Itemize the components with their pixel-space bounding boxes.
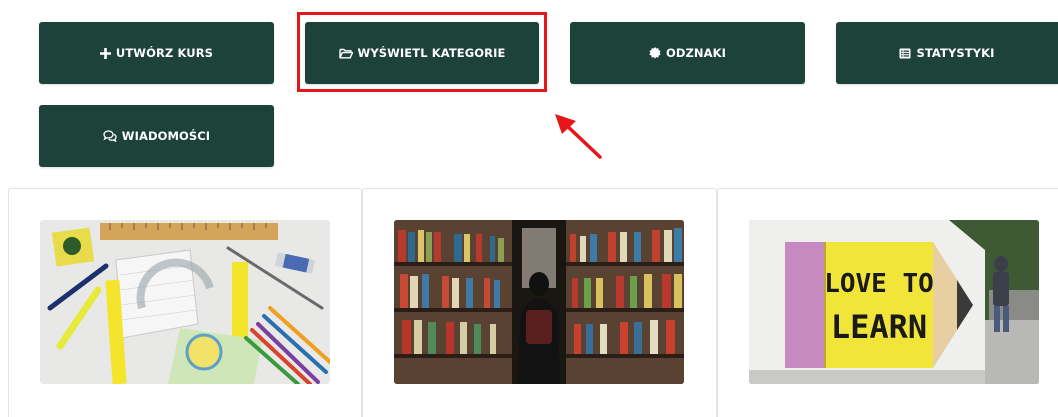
love-to-learn-sign-image: LOVE TO LEARN: [749, 220, 1039, 384]
school-supplies-image: [40, 220, 330, 384]
list-alt-icon: [899, 48, 911, 59]
folder-open-icon: [338, 48, 353, 59]
messages-label: WIADOMOŚCI: [121, 129, 211, 143]
course-card[interactable]: [362, 188, 717, 417]
course-card[interactable]: [8, 188, 362, 417]
badges-label: ODZNAKI: [665, 46, 727, 60]
love-to-learn-text: LOVE TO: [824, 269, 934, 299]
course-card[interactable]: LOVE TO LEARN: [717, 188, 1058, 417]
library-bookshelves-image: [394, 220, 684, 384]
view-categories-button[interactable]: WYŚWIETL KATEGORIE: [305, 22, 539, 84]
svg-text:LEARN: LEARN: [831, 308, 927, 346]
plus-icon: [99, 47, 111, 59]
create-course-label: UTWÓRZ KURS: [115, 46, 214, 60]
red-arrow-icon: [555, 114, 602, 159]
comments-icon: [103, 130, 117, 142]
statistics-button[interactable]: STATYSTYKI: [836, 22, 1058, 84]
badge-icon: [649, 47, 661, 59]
create-course-button[interactable]: UTWÓRZ KURS: [39, 22, 274, 84]
badges-button[interactable]: ODZNAKI: [570, 22, 805, 84]
messages-button[interactable]: WIADOMOŚCI: [39, 105, 274, 167]
statistics-label: STATYSTYKI: [916, 46, 995, 60]
view-categories-label: WYŚWIETL KATEGORIE: [357, 46, 506, 60]
dashboard-page: UTWÓRZ KURS WYŚWIETL KATEGORIE ODZNAKI S…: [0, 0, 1058, 417]
